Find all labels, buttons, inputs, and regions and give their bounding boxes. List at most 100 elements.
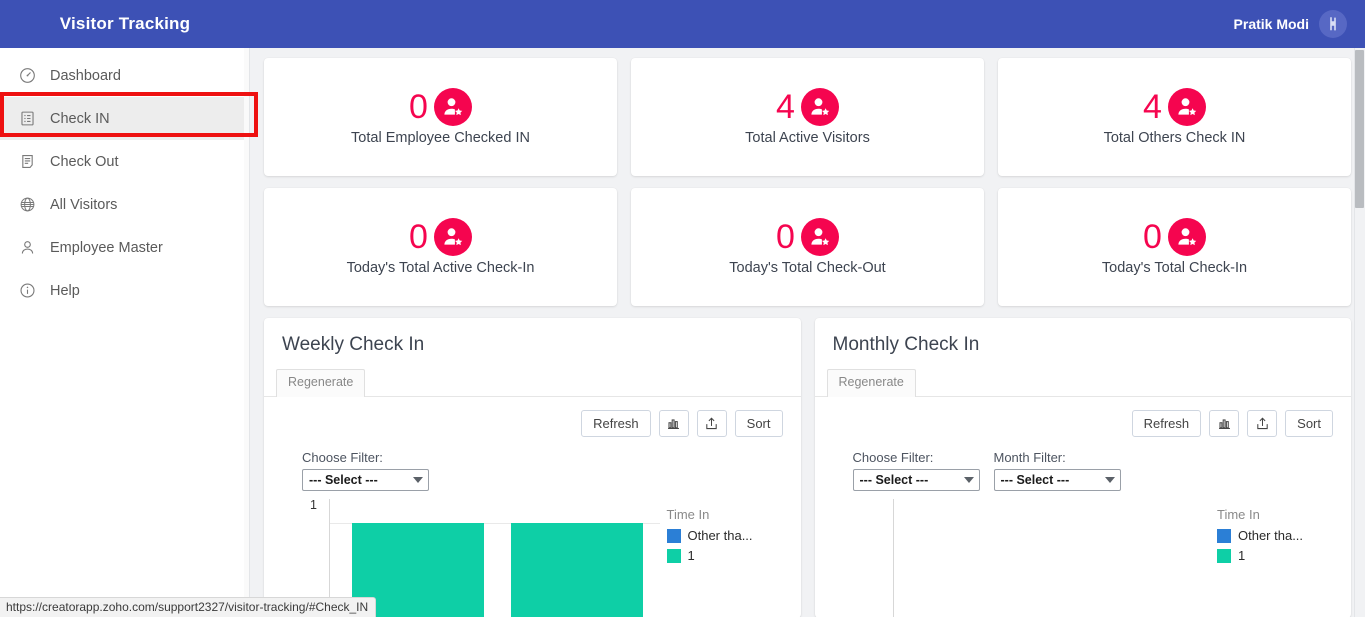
bar-chart-icon[interactable] (658, 410, 689, 437)
stat-card[interactable]: 0 Today's Total Check-Out (631, 188, 984, 306)
panel-weekly-check-in: Weekly Check In Regenerate Refresh Sort … (264, 318, 801, 617)
filter-group-month-filter: Month Filter: --- Select --- (993, 450, 1121, 491)
stat-label: Total Others Check IN (1103, 130, 1246, 146)
panel-tab-strip: Regenerate (264, 368, 801, 397)
sidebar-item-employee-master[interactable]: Employee Master (0, 226, 249, 269)
legend-item[interactable]: Other tha... (1217, 528, 1325, 543)
stat-value: 4 (776, 88, 795, 126)
sidebar-item-all-visitors[interactable]: All Visitors (0, 183, 249, 226)
legend-swatch (1217, 548, 1231, 563)
avatar[interactable] (1319, 10, 1347, 38)
select-value: --- Select --- (309, 473, 378, 487)
globe-icon (18, 196, 36, 214)
export-icon[interactable] (1247, 410, 1278, 437)
sidebar-item-check-out[interactable]: Check Out (0, 140, 249, 183)
sidebar-item-help[interactable]: Help (0, 269, 249, 312)
chevron-down-icon (1104, 477, 1115, 483)
bar-chart-icon[interactable] (1209, 410, 1240, 437)
user-star-icon (800, 218, 839, 256)
panel-tab-strip: Regenerate (814, 368, 1351, 397)
choose-filter-select[interactable]: --- Select --- (302, 469, 429, 491)
filter-label: Choose Filter: (302, 450, 383, 465)
page-scrollbar-track[interactable] (1354, 48, 1365, 617)
chart-plot-area (330, 507, 660, 617)
choose-filter-select[interactable]: --- Select --- (852, 469, 980, 491)
page-scrollbar-thumb[interactable] (1355, 50, 1364, 208)
tab-regenerate[interactable]: Regenerate (826, 369, 916, 397)
sidebar-item-label: Employee Master (50, 239, 163, 256)
sidebar-item-label: Check Out (50, 153, 119, 170)
user-star-icon (1167, 88, 1206, 126)
stat-label: Today's Total Check-In (1101, 260, 1248, 276)
chart-plot-area (894, 507, 1224, 617)
stat-label: Total Active Visitors (745, 130, 870, 146)
stat-card[interactable]: 4 Total Others Check IN (998, 58, 1351, 176)
legend-title: Time In (1217, 507, 1260, 522)
sidebar-scrollbar[interactable] (244, 48, 249, 617)
legend-item[interactable]: Other tha... (666, 528, 775, 543)
panel-title: Monthly Check In (832, 334, 980, 355)
main-content: 0 Total Employee Checked IN 4 Total Acti… (250, 48, 1365, 617)
user-star-icon (433, 88, 472, 126)
stat-card[interactable]: 0 Today's Total Check-In (998, 188, 1351, 306)
clipboard-list-icon (18, 110, 36, 128)
chevron-down-icon (963, 477, 974, 483)
tab-regenerate[interactable]: Regenerate (276, 369, 366, 397)
document-icon (18, 153, 36, 171)
user-name-label: Pratik Modi (1233, 16, 1309, 32)
chart-panel-row: Weekly Check In Regenerate Refresh Sort … (264, 318, 1351, 617)
stat-value: 0 (409, 218, 428, 256)
stat-label: Today's Total Check-Out (729, 260, 886, 276)
stat-top: 0 (1143, 218, 1206, 256)
sidebar-item-label: Check IN (50, 110, 110, 127)
month-filter-select[interactable]: --- Select --- (993, 469, 1121, 491)
legend-swatch (1217, 528, 1231, 543)
app-brand-title: Visitor Tracking (0, 0, 250, 48)
sidebar-item-check-in[interactable]: Check IN (0, 97, 249, 140)
stat-top: 0 (776, 218, 839, 256)
filter-group-choose-filter: Choose Filter: --- Select --- (302, 450, 429, 491)
stat-label: Today's Total Active Check-In (346, 260, 535, 276)
sort-button[interactable]: Sort (1285, 410, 1333, 437)
sidebar-item-label: All Visitors (50, 196, 118, 213)
panel-title: Weekly Check In (282, 334, 425, 355)
chevron-down-icon (413, 477, 423, 483)
stat-top: 0 (409, 218, 472, 256)
monthly-chart: Time In Other tha... 1 (815, 499, 1352, 617)
top-header-bar: Pratik Modi (250, 0, 1365, 48)
sidebar-item-label: Dashboard (50, 67, 121, 84)
filter-label: Month Filter: (993, 450, 1066, 465)
stat-top: 4 (776, 88, 839, 126)
stat-card[interactable]: 0 Today's Total Active Check-In (264, 188, 617, 306)
export-icon[interactable] (696, 410, 727, 437)
legend-swatch (666, 528, 681, 543)
info-icon (18, 282, 36, 300)
refresh-button[interactable]: Refresh (1131, 410, 1202, 437)
select-value: --- Select --- (1000, 473, 1070, 487)
sidebar-item-dashboard[interactable]: Dashboard (0, 54, 249, 97)
chart-bar[interactable] (511, 523, 643, 617)
panel-toolbar: Refresh Sort (264, 397, 801, 437)
stat-value: 4 (1143, 88, 1162, 126)
panel-toolbar: Refresh Sort (815, 397, 1352, 437)
legend-item[interactable]: 1 (666, 548, 775, 563)
gauge-icon (18, 67, 36, 85)
chart-legend: Time In Other tha... 1 (666, 507, 775, 568)
user-star-icon (1167, 218, 1206, 256)
sort-button[interactable]: Sort (734, 410, 783, 437)
stat-card[interactable]: 4 Total Active Visitors (631, 58, 984, 176)
chart-legend: Time In Other tha... 1 (1217, 507, 1325, 568)
select-value: --- Select --- (859, 473, 929, 487)
stat-card-row-1: 0 Total Employee Checked IN 4 Total Acti… (264, 58, 1351, 176)
app-root: Visitor Tracking Dashboard Check IN Chec… (0, 0, 1365, 617)
person-icon (18, 239, 36, 257)
legend-label: 1 (687, 548, 695, 563)
sidebar-nav: Dashboard Check IN Check Out All Visitor… (0, 48, 249, 312)
stat-label: Total Employee Checked IN (351, 130, 530, 146)
y-axis-tick: 1 (310, 498, 317, 512)
refresh-button[interactable]: Refresh (581, 410, 651, 437)
stat-card[interactable]: 0 Total Employee Checked IN (264, 58, 617, 176)
legend-item[interactable]: 1 (1217, 548, 1325, 563)
legend-label: Other tha... (1238, 528, 1304, 543)
stat-card-row-2: 0 Today's Total Active Check-In 0 Today'… (264, 188, 1351, 306)
